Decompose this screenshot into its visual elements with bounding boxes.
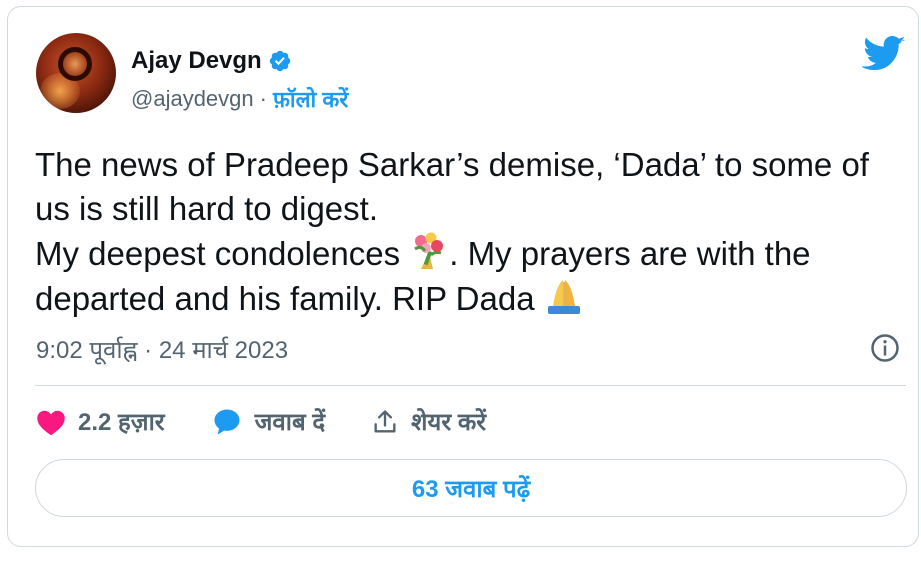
info-icon[interactable] bbox=[870, 333, 900, 363]
tweet-line-3b: . My prayers are with the bbox=[449, 235, 811, 272]
avatar[interactable] bbox=[36, 33, 116, 113]
reply-bubble-icon bbox=[214, 409, 240, 434]
author-handle[interactable]: @ajaydevgn bbox=[131, 86, 254, 112]
share-icon bbox=[374, 409, 396, 432]
read-replies-button[interactable]: 63 जवाब पढ़ें bbox=[35, 459, 907, 517]
like-count: 2.2 हज़ार bbox=[78, 409, 165, 436]
twitter-bird-icon[interactable] bbox=[862, 31, 906, 75]
like-action[interactable]: 2.2 हज़ार bbox=[36, 405, 165, 438]
bouquet-emoji bbox=[414, 232, 444, 269]
author-handle-row: @ajaydevgn · फ़ॉलो करें bbox=[131, 84, 348, 114]
tweet-card: Ajay Devgn @ajaydevgn · फ़ॉलो करें The n… bbox=[7, 6, 919, 547]
verified-badge-icon bbox=[269, 50, 290, 72]
tweet-timestamp[interactable]: 9:02 पूर्वाह्न · 24 मार्च 2023 bbox=[36, 333, 288, 366]
action-bar: 2.2 हज़ार जवाब दें शेयर करें bbox=[36, 405, 532, 438]
reply-label: जवाब दें bbox=[254, 409, 326, 436]
separator-dot: · bbox=[259, 86, 267, 111]
share-label: शेयर करें bbox=[411, 409, 487, 436]
follow-link[interactable]: फ़ॉलो करें bbox=[273, 84, 348, 114]
author-name-row: Ajay Devgn bbox=[131, 47, 292, 75]
tweet-line-4a: departed and his family. RIP Dada bbox=[35, 280, 544, 317]
folded-hands-emoji bbox=[547, 280, 580, 314]
divider bbox=[35, 385, 906, 386]
tweet-line-3a: My deepest condolences bbox=[35, 235, 410, 272]
tweet-line-2: us is still hard to digest. bbox=[35, 190, 378, 227]
share-action[interactable]: शेयर करें bbox=[371, 405, 486, 438]
tweet-line-1: The news of Pradeep Sarkar’s demise, ‘Da… bbox=[35, 146, 869, 183]
avatar-glass bbox=[58, 47, 92, 81]
tweet-text: The news of Pradeep Sarkar’s demise, ‘Da… bbox=[35, 143, 895, 321]
heart-icon bbox=[37, 410, 65, 435]
author-name[interactable]: Ajay Devgn bbox=[131, 47, 262, 75]
reply-action[interactable]: जवाब दें bbox=[211, 405, 325, 438]
